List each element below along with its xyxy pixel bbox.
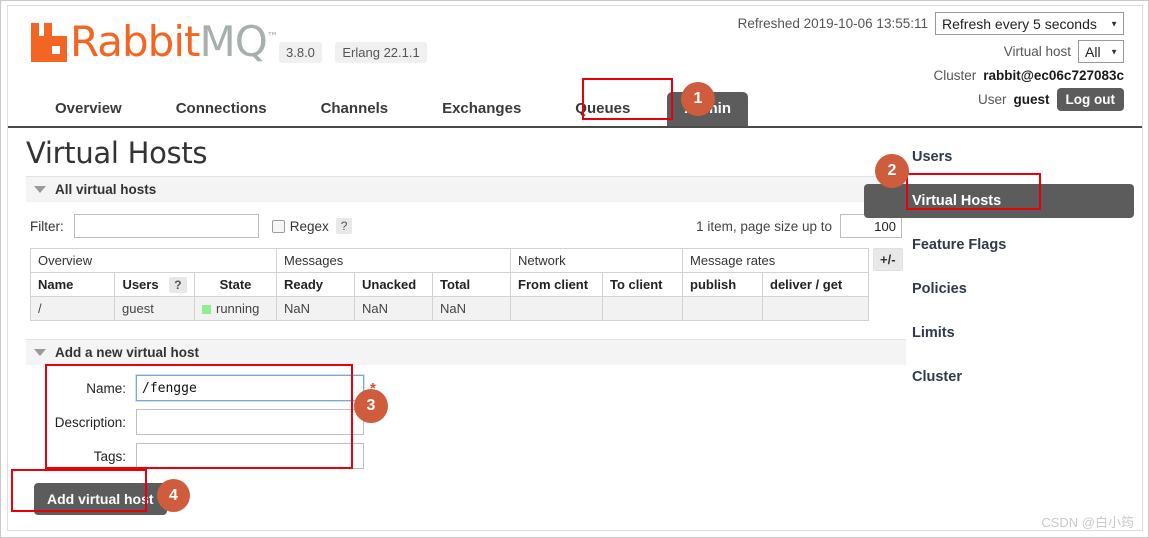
vhosts-panel: Virtual Hosts All virtual hosts Filter: … bbox=[26, 128, 906, 519]
table-row[interactable]: / guest running NaN NaN NaN bbox=[30, 296, 869, 321]
cluster-label: Cluster bbox=[933, 68, 977, 83]
main-navigation: Overview Connections Channels Exchanges … bbox=[8, 84, 1142, 128]
cell-name[interactable]: / bbox=[30, 296, 115, 321]
collapse-triangle-icon bbox=[34, 349, 46, 356]
column-users-label: Users bbox=[122, 277, 159, 292]
version-badges: 3.8.0 Erlang 22.1.1 bbox=[279, 42, 436, 63]
logo-text-rabbit: Rabbit bbox=[70, 17, 200, 66]
pager-label: 1 item, page size up to bbox=[696, 218, 832, 234]
column-to-client[interactable]: To client bbox=[602, 272, 683, 297]
sidebar-item-limits[interactable]: Limits bbox=[864, 316, 1134, 350]
column-total[interactable]: Total bbox=[432, 272, 511, 297]
form-row-name: Name: * bbox=[26, 374, 906, 402]
group-header-messages: Messages bbox=[276, 248, 511, 273]
vhost-select[interactable]: All ▼ bbox=[1078, 40, 1124, 63]
sidebar-item-cluster[interactable]: Cluster bbox=[864, 360, 1134, 394]
cell-state: running bbox=[194, 296, 277, 321]
cell-from-client bbox=[510, 296, 603, 321]
add-virtual-host-button[interactable]: Add virtual host bbox=[34, 483, 167, 515]
table-column-header-row: Name Users ? State Ready Unacked Total F… bbox=[30, 272, 869, 297]
browser-viewport: RabbitMQ™ 3.8.0 Erlang 22.1.1 Refreshed … bbox=[7, 5, 1143, 531]
logo-text-mq: MQ bbox=[199, 17, 267, 66]
sidebar-item-virtual-hosts[interactable]: Virtual Hosts bbox=[864, 184, 1134, 218]
refresh-interval-value: Refresh every 5 seconds bbox=[942, 16, 1097, 32]
page-header: RabbitMQ™ 3.8.0 Erlang 22.1.1 Refreshed … bbox=[8, 6, 1142, 128]
cell-ready: NaN bbox=[276, 296, 355, 321]
rabbit-logo-icon bbox=[31, 23, 67, 62]
cell-unacked: NaN bbox=[354, 296, 433, 321]
vhost-tags-input[interactable] bbox=[136, 443, 364, 469]
form-row-tags: Tags: bbox=[26, 443, 906, 469]
table-group-header-row: Overview Messages Network Message rates bbox=[30, 248, 869, 273]
erlang-version-badge: Erlang 22.1.1 bbox=[335, 42, 427, 63]
column-name[interactable]: Name bbox=[30, 272, 115, 297]
annotation-marker-3: 3 bbox=[354, 389, 388, 423]
group-header-message-rates: Message rates bbox=[682, 248, 869, 273]
group-header-overview: Overview bbox=[30, 248, 277, 273]
group-header-network: Network bbox=[510, 248, 683, 273]
page-title: Virtual Hosts bbox=[26, 136, 208, 170]
column-publish[interactable]: publish bbox=[682, 272, 763, 297]
refreshed-timestamp: Refreshed 2019-10-06 13:55:11 bbox=[737, 16, 928, 31]
users-help-icon[interactable]: ? bbox=[169, 277, 187, 293]
refresh-row: Refreshed 2019-10-06 13:55:11 Refresh ev… bbox=[738, 12, 1124, 35]
cluster-name: rabbit@ec06c727083c bbox=[983, 68, 1124, 83]
vhost-row: Virtual host All ▼ bbox=[738, 40, 1124, 63]
app-window: RabbitMQ™ 3.8.0 Erlang 22.1.1 Refreshed … bbox=[0, 0, 1149, 538]
column-state[interactable]: State bbox=[194, 272, 277, 297]
collapse-triangle-icon bbox=[34, 186, 46, 193]
column-users[interactable]: Users ? bbox=[114, 272, 195, 297]
status-indicator-icon bbox=[202, 305, 211, 314]
cell-state-label: running bbox=[216, 301, 260, 316]
annotation-marker-4: 4 bbox=[157, 479, 190, 512]
sidebar-item-feature-flags[interactable]: Feature Flags bbox=[864, 228, 1134, 262]
vhost-select-value: All bbox=[1085, 44, 1101, 60]
logo-trademark: ™ bbox=[266, 30, 279, 44]
description-label: Description: bbox=[54, 414, 126, 430]
cell-total: NaN bbox=[432, 296, 511, 321]
chevron-down-icon: ▼ bbox=[1110, 19, 1118, 28]
cell-publish bbox=[682, 296, 763, 321]
tags-label: Tags: bbox=[93, 448, 126, 464]
column-unacked[interactable]: Unacked bbox=[354, 272, 433, 297]
column-deliver-get[interactable]: deliver / get bbox=[762, 272, 869, 297]
column-ready[interactable]: Ready bbox=[276, 272, 355, 297]
rabbitmq-logo[interactable]: RabbitMQ™ bbox=[30, 16, 279, 66]
tab-connections[interactable]: Connections bbox=[159, 92, 284, 126]
vhosts-table-wrapper: Overview Messages Network Message rates … bbox=[26, 248, 906, 321]
filter-label: Filter: bbox=[30, 218, 64, 234]
filter-row: Filter: Regex ? 1 item, page size up to bbox=[26, 202, 906, 248]
all-vhosts-section-header[interactable]: All virtual hosts bbox=[26, 176, 906, 202]
tab-exchanges[interactable]: Exchanges bbox=[425, 92, 538, 126]
all-vhosts-section-label: All virtual hosts bbox=[55, 182, 157, 197]
watermark: CSDN @白小筠 bbox=[1041, 515, 1134, 530]
name-label: Name: bbox=[86, 380, 126, 396]
form-row-description: Description: bbox=[26, 409, 906, 435]
regex-checkbox[interactable] bbox=[271, 219, 285, 233]
cell-deliver-get bbox=[762, 296, 869, 321]
sidebar-item-policies[interactable]: Policies bbox=[864, 272, 1134, 306]
vhost-name-input[interactable] bbox=[135, 374, 365, 402]
annotation-marker-1: 1 bbox=[681, 82, 715, 116]
tab-queues[interactable]: Queues bbox=[558, 92, 647, 126]
cell-to-client bbox=[602, 296, 683, 321]
filter-input[interactable] bbox=[73, 214, 259, 238]
vhost-description-input[interactable] bbox=[136, 409, 364, 435]
vhost-label: Virtual host bbox=[1003, 44, 1071, 59]
rabbitmq-version-badge: 3.8.0 bbox=[279, 42, 322, 63]
column-from-client[interactable]: From client bbox=[510, 272, 603, 297]
vhosts-table: Overview Messages Network Message rates … bbox=[30, 248, 869, 321]
tab-channels[interactable]: Channels bbox=[304, 92, 406, 126]
add-vhost-section-header[interactable]: Add a new virtual host bbox=[26, 339, 906, 365]
refresh-interval-select[interactable]: Refresh every 5 seconds ▼ bbox=[935, 12, 1124, 35]
chevron-down-icon: ▼ bbox=[1110, 47, 1118, 56]
filter-help-icon[interactable]: ? bbox=[335, 218, 353, 234]
regex-label: Regex bbox=[289, 218, 329, 234]
annotation-marker-2: 2 bbox=[875, 154, 909, 188]
add-vhost-section-label: Add a new virtual host bbox=[55, 345, 200, 360]
cluster-row: Cluster rabbit@ec06c727083c bbox=[738, 68, 1124, 83]
cell-users: guest bbox=[114, 296, 195, 321]
tab-overview[interactable]: Overview bbox=[38, 92, 139, 126]
